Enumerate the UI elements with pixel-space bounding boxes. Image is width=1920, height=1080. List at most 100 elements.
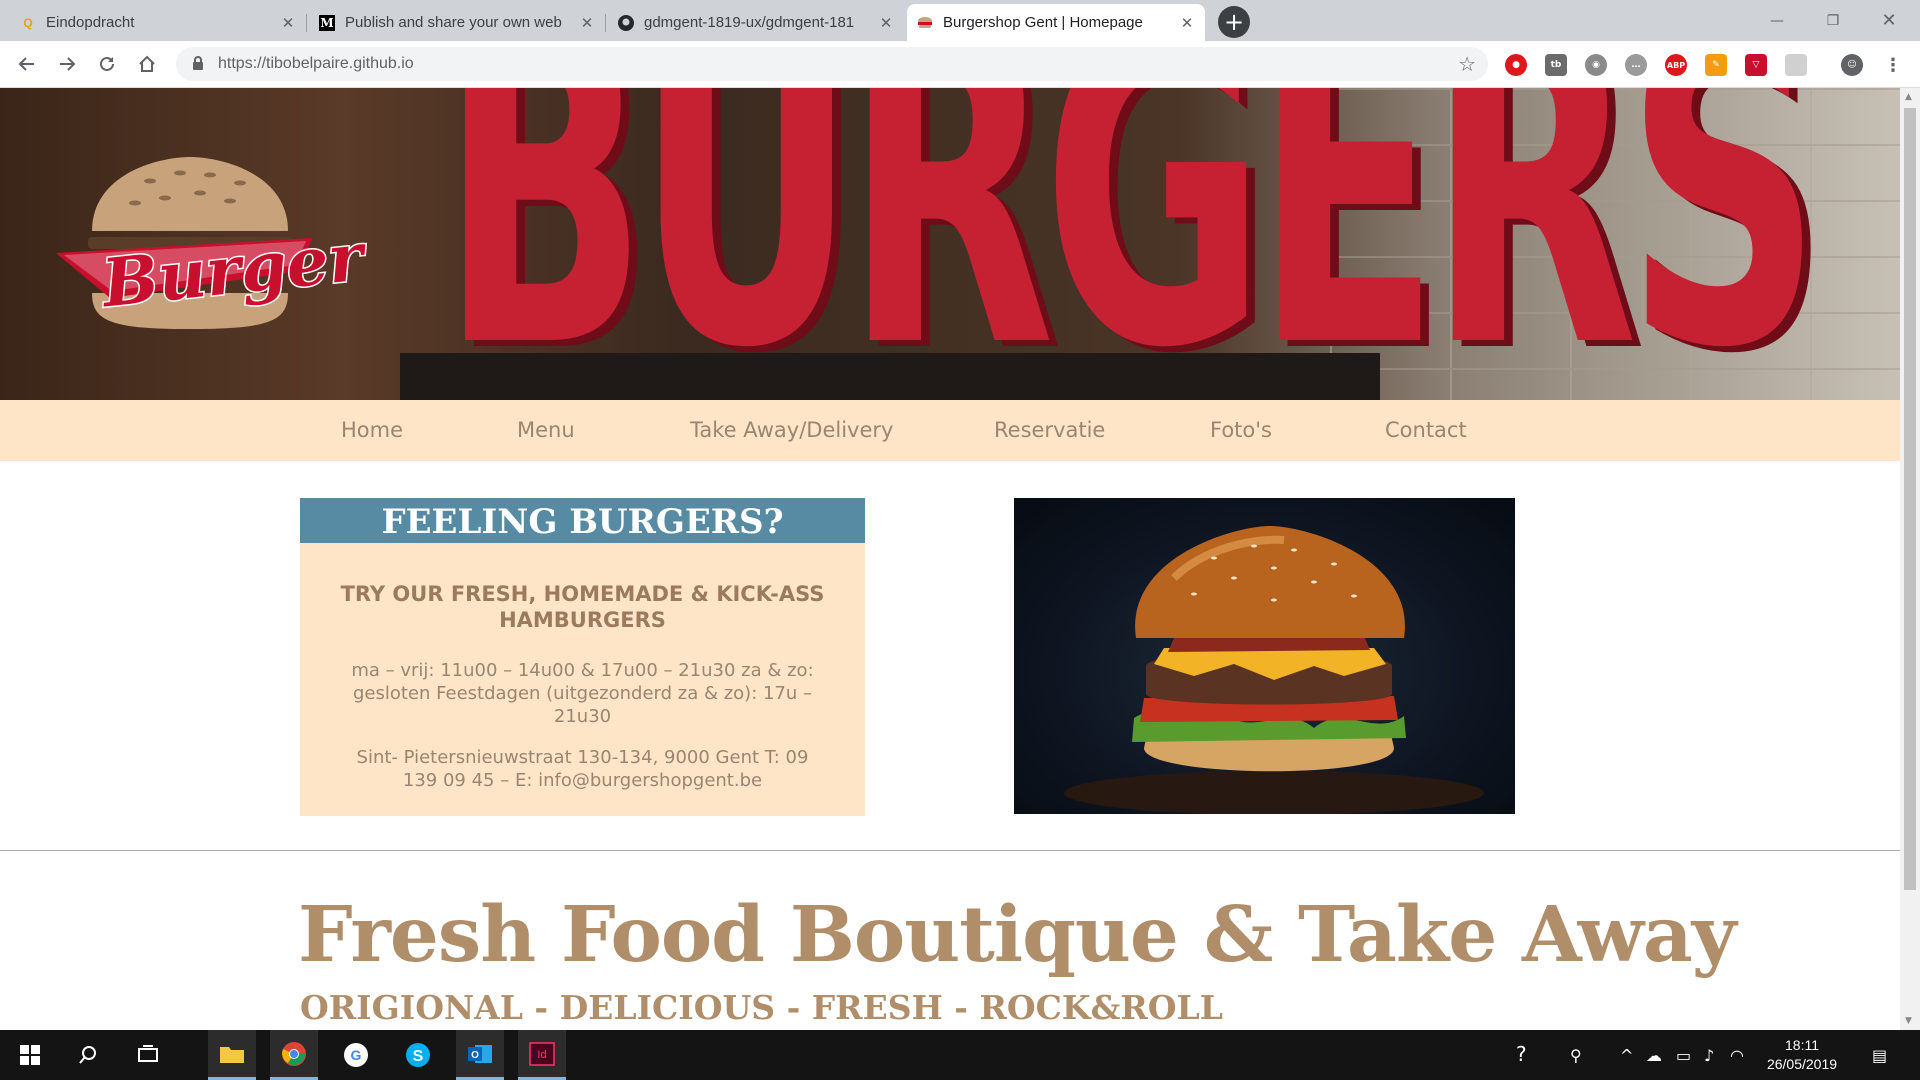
browser-toolbar: https://tibobelpaire.github.io ☆ ● tb ◉ … bbox=[0, 41, 1920, 88]
minimize-icon[interactable]: — bbox=[1754, 0, 1800, 41]
card-title: FEELING BURGERS? bbox=[300, 498, 865, 543]
url-text: https://tibobelpaire.github.io bbox=[218, 55, 414, 72]
bookmark-star-icon[interactable]: ☆ bbox=[1458, 52, 1476, 76]
clock-date: 26/05/2019 bbox=[1766, 1056, 1838, 1072]
sign-base bbox=[400, 353, 1380, 400]
profile-avatar[interactable]: ☺ bbox=[1841, 54, 1863, 76]
main-nav: Home Menu Take Away/Delivery Reservatie … bbox=[0, 400, 1900, 461]
nav-reservatie[interactable]: Reservatie bbox=[994, 418, 1105, 442]
task-view-button[interactable] bbox=[124, 1030, 172, 1080]
adblock-icon[interactable]: ABP bbox=[1665, 54, 1687, 76]
ext-gray-icon[interactable] bbox=[1785, 54, 1807, 76]
system-clock[interactable]: 18:11 26/05/2019 bbox=[1756, 1036, 1848, 1074]
burger-image-icon bbox=[1064, 526, 1484, 814]
wifi-icon[interactable]: ◠ bbox=[1730, 1046, 1744, 1065]
google-app-icon: G bbox=[344, 1043, 368, 1067]
close-icon[interactable]: ✕ bbox=[579, 14, 595, 32]
site-logo[interactable]: Burger bbox=[50, 143, 368, 347]
task-view-icon bbox=[138, 1045, 158, 1062]
tab-medium[interactable]: M Publish and share your own web ✕ bbox=[309, 4, 606, 41]
restore-icon[interactable]: ❐ bbox=[1810, 0, 1856, 41]
scroll-up-icon[interactable]: ▲ bbox=[1905, 92, 1912, 102]
close-icon[interactable]: ✕ bbox=[280, 14, 296, 32]
skype-button[interactable]: S bbox=[394, 1030, 442, 1080]
reload-button[interactable] bbox=[92, 49, 122, 79]
q-icon: Q bbox=[23, 15, 33, 30]
burger-icon bbox=[917, 15, 933, 31]
home-icon bbox=[139, 55, 155, 72]
close-icon[interactable]: ✕ bbox=[878, 14, 894, 32]
app-g-button[interactable]: G bbox=[332, 1030, 380, 1080]
back-button[interactable] bbox=[12, 49, 42, 79]
contact-address: Sint- Pietersnieuwstraat 130-134, 9000 G… bbox=[356, 747, 809, 791]
ext-camera-icon[interactable]: ◉ bbox=[1585, 54, 1607, 76]
outlook-icon: O bbox=[468, 1044, 492, 1063]
notifications-icon[interactable]: ▤ bbox=[1872, 1046, 1887, 1065]
scroll-down-icon[interactable]: ▼ bbox=[1905, 1016, 1912, 1026]
ext-tb-icon[interactable]: tb bbox=[1545, 54, 1567, 76]
skype-icon: S bbox=[406, 1043, 430, 1067]
burger-photo bbox=[1014, 498, 1515, 814]
section-divider bbox=[0, 850, 1900, 851]
onedrive-icon[interactable]: ☁ bbox=[1646, 1046, 1662, 1065]
indesign-icon: Id bbox=[529, 1041, 555, 1066]
reload-icon bbox=[100, 56, 114, 71]
nav-contact[interactable]: Contact bbox=[1385, 418, 1467, 442]
file-explorer-button[interactable] bbox=[208, 1030, 256, 1080]
page-viewport: BURGERS Burger Home Menu Take Away/Deliv… bbox=[0, 88, 1900, 1030]
svg-text:O: O bbox=[471, 1050, 479, 1061]
outlook-button[interactable]: O bbox=[456, 1030, 504, 1080]
main-title: Fresh Food Boutique & Take Away bbox=[298, 890, 1737, 980]
card-subtitle: TRY OUR FRESH, HOMEMADE & KICK-ASS HAMBU… bbox=[340, 582, 825, 632]
window-close-icon[interactable]: ✕ bbox=[1866, 0, 1912, 41]
medium-icon: M bbox=[319, 14, 335, 31]
ext-chat-icon[interactable]: … bbox=[1625, 54, 1647, 76]
github-icon bbox=[618, 14, 634, 31]
tab-burgershop[interactable]: Burgershop Gent | Homepage ✕ bbox=[907, 4, 1205, 41]
tab-github[interactable]: gdmgent-1819-ux/gdmgent-181 ✕ bbox=[608, 4, 904, 41]
tab-strip: Q Eindopdracht ✕ M Publish and share you… bbox=[0, 0, 1920, 41]
windows-icon bbox=[20, 1045, 40, 1065]
volume-icon[interactable]: ♪ bbox=[1704, 1046, 1714, 1065]
indesign-button[interactable]: Id bbox=[518, 1030, 566, 1080]
taskbar: G S O Id ? ⚲ ^ ☁ ▭ ♪ ◠ 18:11 26/05/2019 … bbox=[0, 1030, 1920, 1080]
opening-hours: ma – vrij: 11u00 – 14u00 & 17u00 – 21u30… bbox=[351, 660, 814, 727]
ext-red-icon[interactable]: ● bbox=[1505, 54, 1527, 76]
page-scrollbar[interactable]: ▲ ▼ bbox=[1900, 88, 1920, 1030]
forward-button[interactable] bbox=[52, 49, 82, 79]
start-button[interactable] bbox=[6, 1030, 54, 1080]
nav-home[interactable]: Home bbox=[341, 418, 403, 442]
chevron-up-icon[interactable]: ^ bbox=[1620, 1046, 1633, 1065]
search-button[interactable] bbox=[64, 1030, 112, 1080]
svg-text:S: S bbox=[413, 1048, 424, 1065]
hero-banner: BURGERS Burger bbox=[0, 88, 1900, 400]
svg-text:G: G bbox=[351, 1047, 362, 1063]
browser-chrome: Q Eindopdracht ✕ M Publish and share you… bbox=[0, 0, 1920, 88]
address-bar[interactable]: https://tibobelpaire.github.io ☆ bbox=[176, 47, 1488, 81]
clock-time: 18:11 bbox=[1785, 1037, 1819, 1053]
tab-eindopdracht[interactable]: Q Eindopdracht ✕ bbox=[10, 4, 307, 41]
ext-pocket-icon[interactable]: ▽ bbox=[1745, 54, 1767, 76]
lock-icon bbox=[193, 56, 203, 70]
search-icon bbox=[79, 1046, 96, 1064]
arrow-right-icon bbox=[60, 57, 76, 71]
ext-orange-icon[interactable]: ✎ bbox=[1705, 54, 1727, 76]
new-tab-button[interactable]: + bbox=[1218, 6, 1250, 38]
nav-fotos[interactable]: Foto's bbox=[1210, 418, 1272, 442]
menu-dots-icon[interactable]: ⋮ bbox=[1882, 54, 1904, 76]
close-icon[interactable]: ✕ bbox=[1179, 14, 1195, 32]
home-button[interactable] bbox=[132, 49, 162, 79]
tagline: ORIGIONAL - DELICIOUS - FRESH - ROCK&ROL… bbox=[300, 988, 1223, 1027]
nav-menu[interactable]: Menu bbox=[517, 418, 575, 442]
battery-icon[interactable]: ▭ bbox=[1676, 1046, 1691, 1065]
svg-text:Id: Id bbox=[537, 1049, 546, 1061]
nav-takeaway-delivery[interactable]: Take Away/Delivery bbox=[690, 418, 893, 442]
chrome-icon bbox=[282, 1041, 306, 1066]
arrow-left-icon bbox=[18, 57, 34, 71]
chrome-button[interactable] bbox=[270, 1030, 318, 1080]
help-icon[interactable]: ? bbox=[1516, 1042, 1527, 1066]
people-icon[interactable]: ⚲ bbox=[1570, 1046, 1582, 1065]
scrollbar-thumb[interactable] bbox=[1904, 108, 1916, 890]
info-card: FEELING BURGERS? TRY OUR FRESH, HOMEMADE… bbox=[300, 498, 865, 816]
folder-icon bbox=[220, 1046, 244, 1063]
